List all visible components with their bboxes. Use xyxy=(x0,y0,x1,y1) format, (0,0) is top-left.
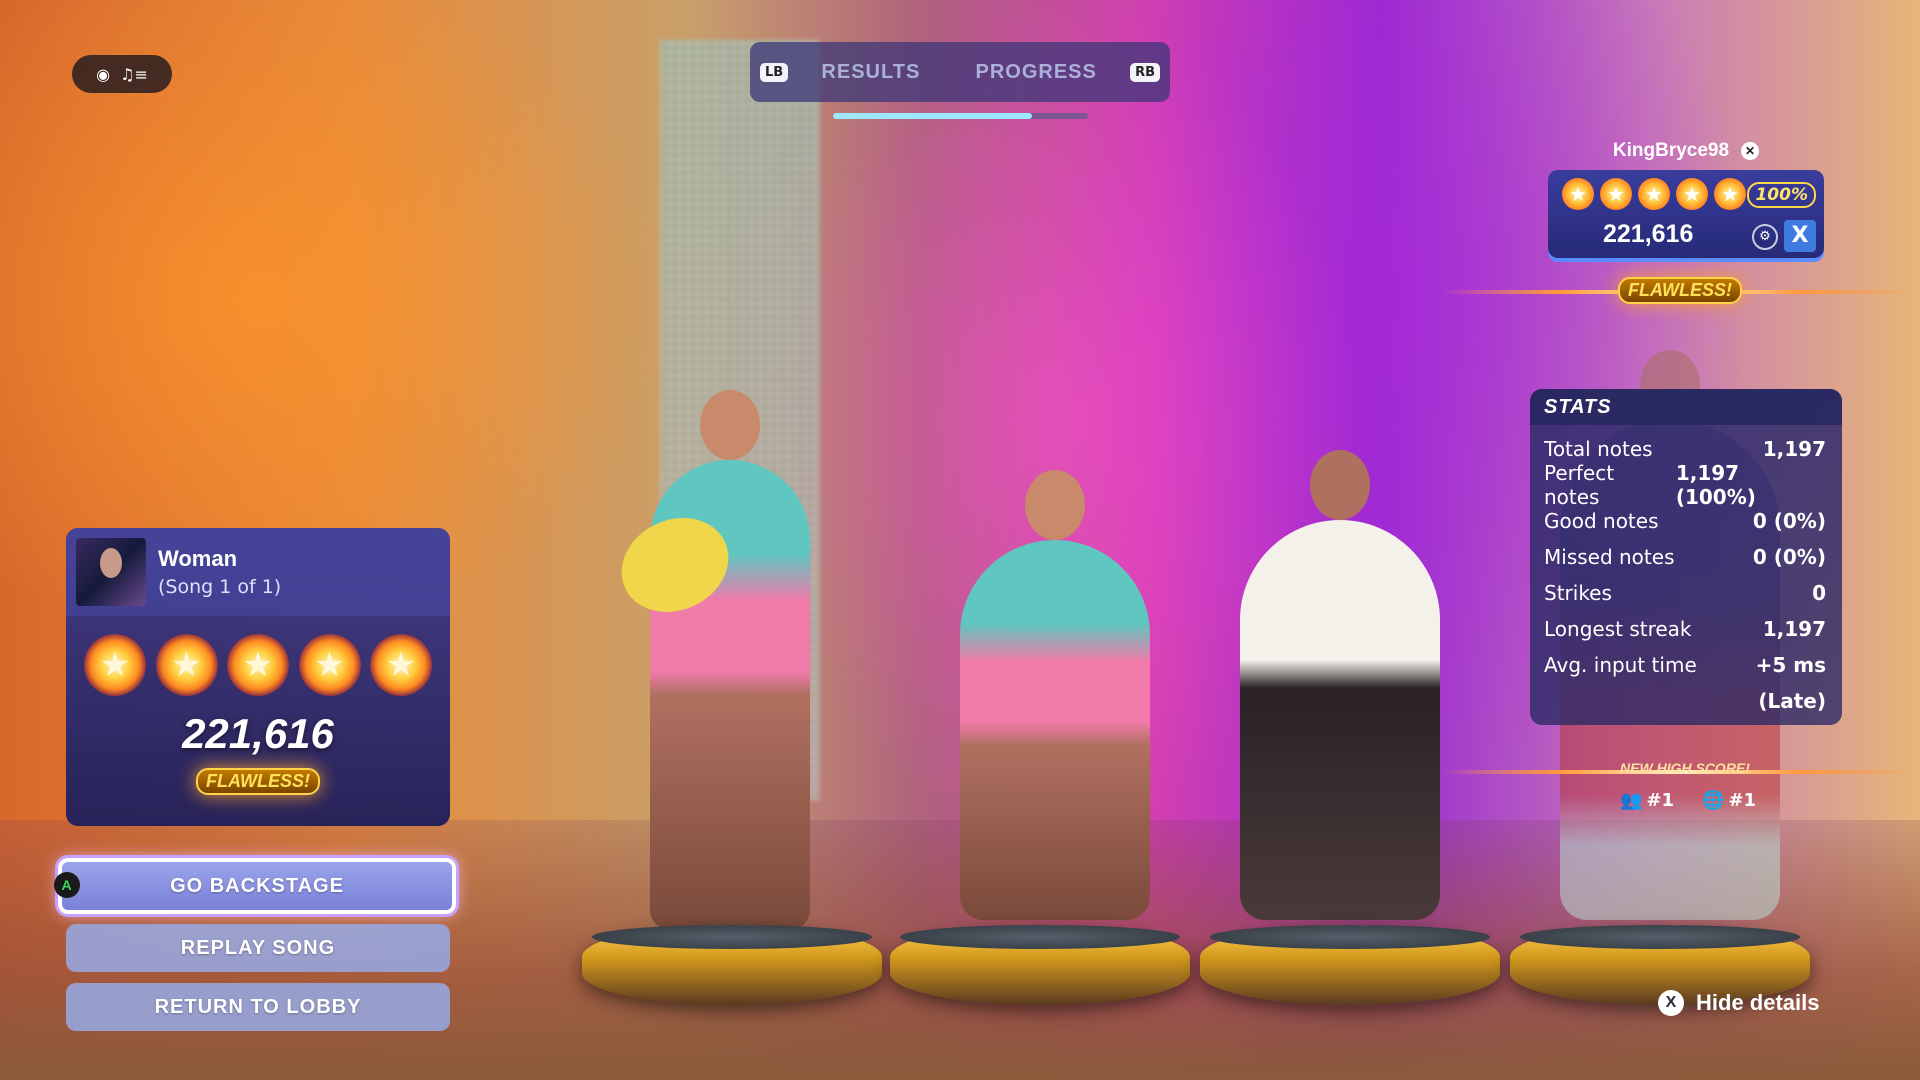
pedestal-3 xyxy=(1200,925,1500,1005)
band-member-3 xyxy=(1240,450,1440,920)
star-icon: ★ xyxy=(370,634,432,696)
stat-row: Missed notes 0 (0%) xyxy=(1530,539,1842,575)
tab-progress-track xyxy=(833,113,1088,119)
tab-progress-fill xyxy=(833,113,1032,119)
player-x-button[interactable]: X xyxy=(1784,220,1816,252)
player-name: KingBryce98 xyxy=(1612,140,1730,161)
lb-key[interactable]: LB xyxy=(760,62,789,82)
album-art xyxy=(76,538,146,606)
player-stars: ★ ★ ★ ★ ★ xyxy=(1562,178,1746,210)
song-flawless-badge-wrap: FLAWLESS! xyxy=(66,768,450,795)
replay-song-button[interactable]: REPLAY SONG xyxy=(66,924,450,972)
stat-label: Perfect notes xyxy=(1544,461,1615,509)
rb-key[interactable]: RB xyxy=(1130,62,1160,82)
stat-value: (Late) xyxy=(1758,689,1826,713)
song-meta: Woman (Song 1 of 1) xyxy=(158,546,281,598)
stats-title: STATS xyxy=(1530,389,1842,425)
global-rank: 🌐 #1 xyxy=(1702,790,1756,811)
hide-details-label: Hide details xyxy=(1696,990,1820,1015)
star-icon: ★ xyxy=(227,634,289,696)
global-rank-value: #1 xyxy=(1728,790,1757,811)
stat-row: Strikes 0 xyxy=(1530,575,1842,611)
player-name-row: KingBryce98 ✕ xyxy=(1548,140,1824,162)
replay-song-label: REPLAY SONG xyxy=(180,936,336,959)
stats-panel: STATS Total notes 1,197 Perfect notes 1,19… xyxy=(1530,389,1842,725)
star-icon: ★ xyxy=(1714,178,1746,210)
star-icon: ★ xyxy=(1600,178,1632,210)
stat-row: Avg. input time +5 ms xyxy=(1530,647,1842,683)
song-header: Woman (Song 1 of 1) xyxy=(66,528,450,616)
stat-value: 1,197 xyxy=(1762,617,1826,641)
stat-label: Good notes xyxy=(1544,509,1659,533)
band-member-guitarist xyxy=(650,390,810,930)
stat-row: Longest streak 1,197 xyxy=(1530,611,1842,647)
song-flawless-badge: FLAWLESS! xyxy=(196,768,320,795)
band-member-2 xyxy=(960,470,1150,920)
tab-bar: LB RESULTS PROGRESS RB xyxy=(750,42,1170,102)
tab-results[interactable]: RESULTS xyxy=(799,61,942,84)
x-button-icon: X xyxy=(1658,990,1684,1016)
stat-value: 0 (0%) xyxy=(1752,509,1826,533)
stat-row: (Late) xyxy=(1530,683,1842,719)
stat-value: +5 ms xyxy=(1755,653,1826,677)
stat-label: Total notes xyxy=(1544,437,1653,461)
a-button-icon: A xyxy=(54,872,80,898)
player-card: KingBryce98 ✕ ★ ★ ★ ★ ★ 100% 221,616 ⚙ X xyxy=(1548,140,1824,258)
player-flawless-badge: FLAWLESS! xyxy=(1618,277,1742,304)
pedestal-1 xyxy=(582,925,882,1005)
player-score: 221,616 xyxy=(1603,220,1694,248)
stat-value: 0 xyxy=(1812,581,1826,605)
player-score-panel: ★ ★ ★ ★ ★ 100% 221,616 ⚙ X xyxy=(1548,170,1824,258)
friends-rank: 👥 #1 xyxy=(1620,790,1674,811)
stat-label: Longest streak xyxy=(1544,617,1692,641)
song-card: Woman (Song 1 of 1) ★ ★ ★ ★ ★ 221,616 FL… xyxy=(66,528,450,826)
stat-value: 1,197 xyxy=(1762,437,1826,461)
star-icon: ★ xyxy=(84,634,146,696)
globe-icon: 🌐 xyxy=(1702,790,1725,811)
star-icon: ★ xyxy=(1638,178,1670,210)
accuracy-badge: 100% xyxy=(1747,182,1816,208)
stat-label: Strikes xyxy=(1544,581,1612,605)
hide-details-button[interactable]: X Hide details xyxy=(1658,990,1819,1016)
friends-rank-value: #1 xyxy=(1646,790,1675,811)
new-high-score-label: NEW HIGH SCORE! xyxy=(1620,760,1750,776)
party-icon: ◉ xyxy=(96,64,111,84)
song-title: Woman xyxy=(158,546,238,571)
stat-label: Avg. input time xyxy=(1544,653,1697,677)
guitar xyxy=(606,500,744,630)
star-icon: ★ xyxy=(298,634,361,696)
ranks-row: 👥 #1 🌐 #1 xyxy=(1620,790,1756,811)
return-to-lobby-label: RETURN TO LOBBY xyxy=(154,995,362,1018)
xbox-icon: ✕ xyxy=(1741,141,1760,160)
player-flawless-badge-wrap: FLAWLESS! xyxy=(1618,277,1742,304)
return-to-lobby-button[interactable]: RETURN TO LOBBY xyxy=(66,983,450,1031)
tab-progress[interactable]: PROGRESS xyxy=(954,61,1119,84)
go-backstage-button[interactable]: A GO BACKSTAGE xyxy=(54,858,456,914)
song-score: 221,616 xyxy=(182,710,334,757)
music-note-list-icon: ♫≡ xyxy=(120,64,148,84)
stat-row: Perfect notes 1,197 (100%) xyxy=(1530,461,1842,509)
star-icon: ★ xyxy=(155,634,218,696)
stat-value: 0 (0%) xyxy=(1752,545,1826,569)
stat-value: 1,197 (100%) xyxy=(1675,461,1756,509)
party-music-chip[interactable]: ◉ ♫≡ xyxy=(72,55,172,93)
pedestal-2 xyxy=(890,925,1190,1005)
song-subtitle: (Song 1 of 1) xyxy=(158,576,282,598)
friends-icon: 👥 xyxy=(1620,790,1643,811)
star-icon: ★ xyxy=(1562,178,1594,210)
led-wall xyxy=(660,40,820,800)
star-icon: ★ xyxy=(1676,178,1708,210)
go-backstage-label: GO BACKSTAGE xyxy=(170,874,344,897)
stat-label: Missed notes xyxy=(1544,545,1675,569)
instrument-icon: ⚙ xyxy=(1752,224,1778,250)
song-stars: ★ ★ ★ ★ ★ xyxy=(66,634,450,696)
